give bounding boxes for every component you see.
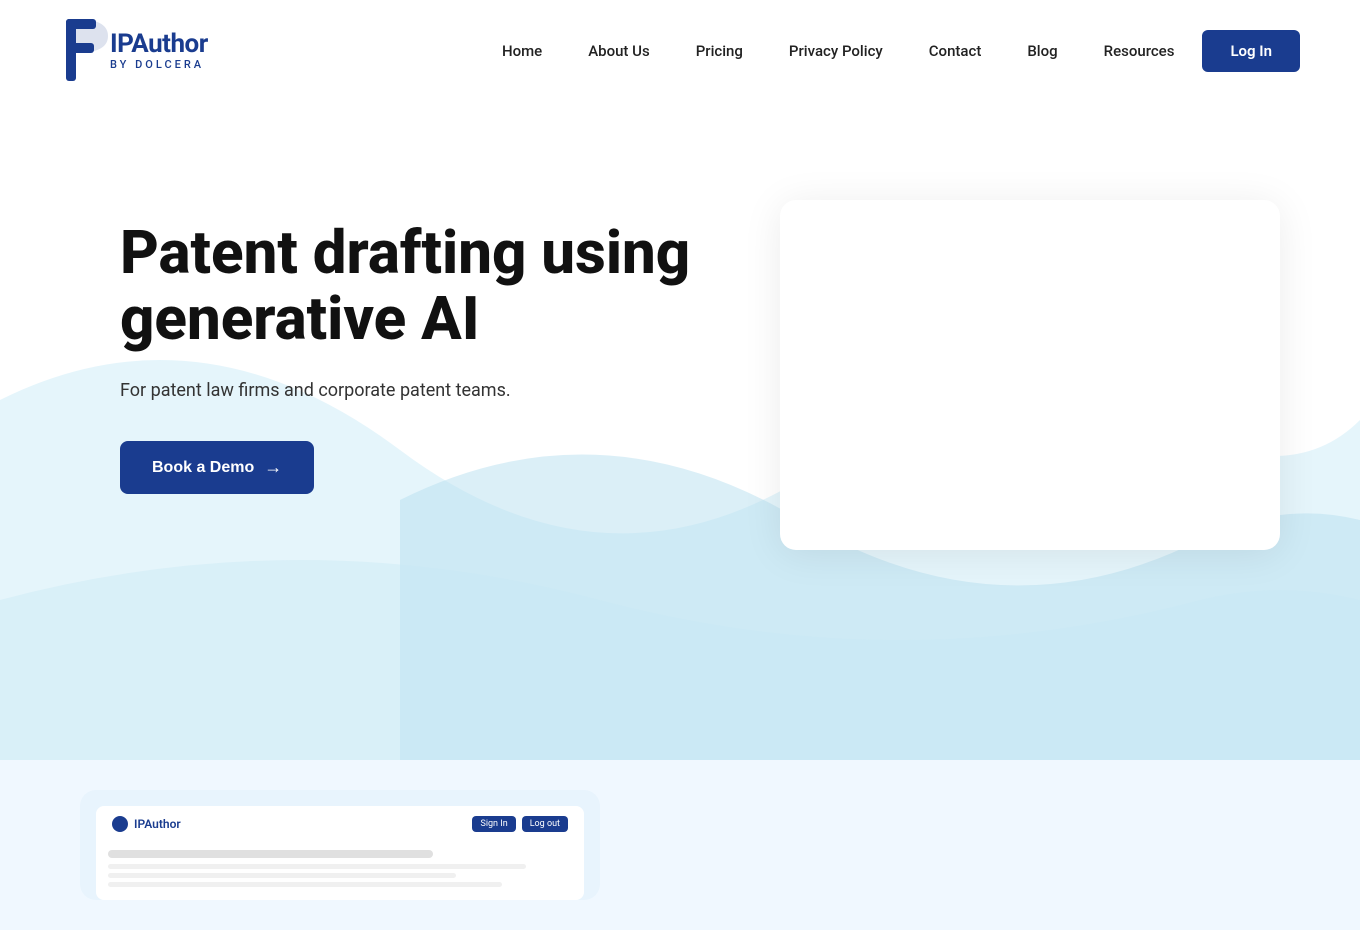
nav-link-privacy[interactable]: Privacy Policy xyxy=(771,34,901,68)
nav-item-home[interactable]: Home xyxy=(484,41,560,60)
mockup-text-bar-1 xyxy=(108,864,526,869)
mockup-content xyxy=(96,842,584,900)
mockup-brand-name: IPAuthor xyxy=(134,817,181,831)
hero-subtitle: For patent law firms and corporate paten… xyxy=(120,380,690,401)
logo-sub-text: BY DOLCERA xyxy=(110,59,208,70)
hero-section: Patent drafting using generative AI For … xyxy=(0,100,1360,760)
book-demo-label: Book a Demo xyxy=(152,459,254,477)
app-mockup: IPAuthor Sign In Log out xyxy=(80,790,600,900)
hero-title-line2: generative AI xyxy=(120,283,480,354)
mockup-signin-btn: Sign In xyxy=(472,816,515,832)
logo-icon xyxy=(60,10,110,90)
arrow-right-icon: → xyxy=(264,457,282,478)
book-demo-button[interactable]: Book a Demo → xyxy=(120,441,314,494)
mockup-text-bars xyxy=(108,864,572,887)
hero-left: Patent drafting using generative AI For … xyxy=(120,180,690,494)
mockup-text-bar-3 xyxy=(108,882,502,887)
nav-link-contact[interactable]: Contact xyxy=(911,34,1000,68)
hero-title-line1: Patent drafting using xyxy=(120,217,690,288)
nav-link-resources[interactable]: Resources xyxy=(1086,34,1193,68)
nav-link-home[interactable]: Home xyxy=(484,34,560,68)
hero-card xyxy=(780,200,1280,550)
nav-item-pricing[interactable]: Pricing xyxy=(678,41,761,60)
nav-item-login[interactable]: Log In xyxy=(1202,41,1300,60)
mockup-title-bar xyxy=(108,850,433,858)
mockup-logout-btn: Log out xyxy=(522,816,568,832)
nav-item-blog[interactable]: Blog xyxy=(1009,41,1075,60)
nav-links: Home About Us Pricing Privacy Policy Con… xyxy=(484,41,1300,60)
logo-text: IPAuthor BY DOLCERA xyxy=(110,31,208,70)
hero-content: Patent drafting using generative AI For … xyxy=(0,100,1360,610)
nav-item-privacy[interactable]: Privacy Policy xyxy=(771,41,901,60)
logo-main-text: IPAuthor xyxy=(110,31,208,57)
mockup-logo-dot xyxy=(112,816,128,832)
nav-item-about[interactable]: About Us xyxy=(570,41,668,60)
nav-item-resources[interactable]: Resources xyxy=(1086,41,1193,60)
mockup-brand: IPAuthor xyxy=(112,816,181,832)
nav-link-about[interactable]: About Us xyxy=(570,34,668,68)
mockup-action-buttons: Sign In Log out xyxy=(472,816,568,832)
mockup-topbar: IPAuthor Sign In Log out xyxy=(96,806,584,842)
nav-link-pricing[interactable]: Pricing xyxy=(678,34,761,68)
nav-link-blog[interactable]: Blog xyxy=(1009,34,1075,68)
bottom-section: IPAuthor Sign In Log out xyxy=(0,760,1360,930)
navbar: IPAuthor BY DOLCERA Home About Us Pricin… xyxy=(0,0,1360,100)
mockup-text-bar-2 xyxy=(108,873,456,878)
nav-item-contact[interactable]: Contact xyxy=(911,41,1000,60)
login-button[interactable]: Log In xyxy=(1202,30,1300,72)
hero-title: Patent drafting using generative AI xyxy=(120,220,690,352)
logo[interactable]: IPAuthor BY DOLCERA xyxy=(60,10,208,90)
